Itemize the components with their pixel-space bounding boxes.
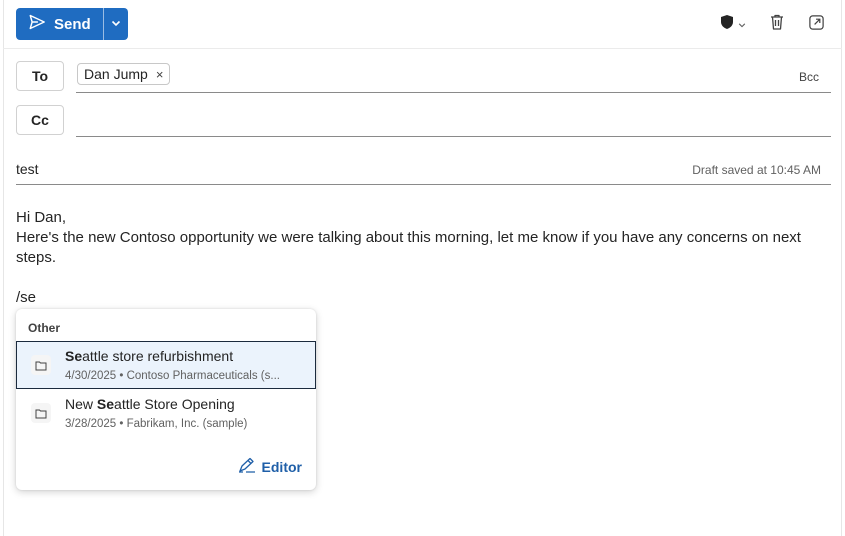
editor-button[interactable]: Editor xyxy=(238,457,302,476)
subject-underline xyxy=(16,184,831,185)
send-icon xyxy=(28,13,46,35)
pop-out-icon xyxy=(808,14,825,36)
toolbar-divider xyxy=(3,48,842,49)
subject-input[interactable]: test xyxy=(16,161,39,177)
suggestion-subtitle: 3/28/2025 • Fabrikam, Inc. (sample) xyxy=(65,418,248,430)
to-field-underline xyxy=(76,92,831,93)
chevron-down-icon xyxy=(738,16,746,34)
discard-button[interactable] xyxy=(768,13,786,36)
toolbar-actions xyxy=(720,13,825,36)
shield-icon xyxy=(720,14,734,35)
trash-icon xyxy=(768,13,786,36)
editor-label: Editor xyxy=(261,458,302,475)
recipient-name: Dan Jump xyxy=(84,66,148,82)
sensitivity-button[interactable] xyxy=(720,14,746,35)
editor-pen-icon xyxy=(238,457,256,476)
draft-status: Draft saved at 10:45 AM xyxy=(692,163,821,177)
suggestion-title: New Seattle Store Opening xyxy=(65,396,235,412)
loop-suggestion-popup: Other Seattle store refurbishment 4/30/2… xyxy=(16,309,316,490)
to-button[interactable]: To xyxy=(16,61,64,91)
suggestion-item[interactable]: New Seattle Store Opening 3/28/2025 • Fa… xyxy=(16,389,316,437)
send-options-button[interactable] xyxy=(102,8,128,40)
pop-out-button[interactable] xyxy=(808,14,825,36)
suggestion-item[interactable]: Seattle store refurbishment 4/30/2025 • … xyxy=(16,341,316,389)
cc-button[interactable]: Cc xyxy=(16,105,64,135)
suggestion-title: Seattle store refurbishment xyxy=(65,348,234,364)
body-greeting: Hi Dan, xyxy=(16,209,67,226)
suggestion-group-header: Other xyxy=(28,321,61,335)
recipient-pill[interactable]: Dan Jump × xyxy=(77,63,171,85)
folder-icon xyxy=(31,355,51,375)
send-label: Send xyxy=(54,15,91,33)
cc-field-underline[interactable] xyxy=(76,136,831,137)
body-paragraph: Here's the new Contoso opportunity we we… xyxy=(16,229,801,266)
slash-command-text[interactable]: /se xyxy=(16,289,36,306)
message-body[interactable]: Hi Dan, Here's the new Contoso opportuni… xyxy=(16,208,831,268)
remove-recipient-icon[interactable]: × xyxy=(156,67,164,82)
send-button[interactable]: Send xyxy=(16,8,103,40)
bcc-button[interactable]: Bcc xyxy=(799,70,819,84)
folder-icon xyxy=(31,403,51,423)
suggestion-subtitle: 4/30/2025 • Contoso Pharmaceuticals (s..… xyxy=(65,370,280,382)
send-button-group: Send xyxy=(16,8,128,40)
chevron-down-icon xyxy=(111,15,121,33)
